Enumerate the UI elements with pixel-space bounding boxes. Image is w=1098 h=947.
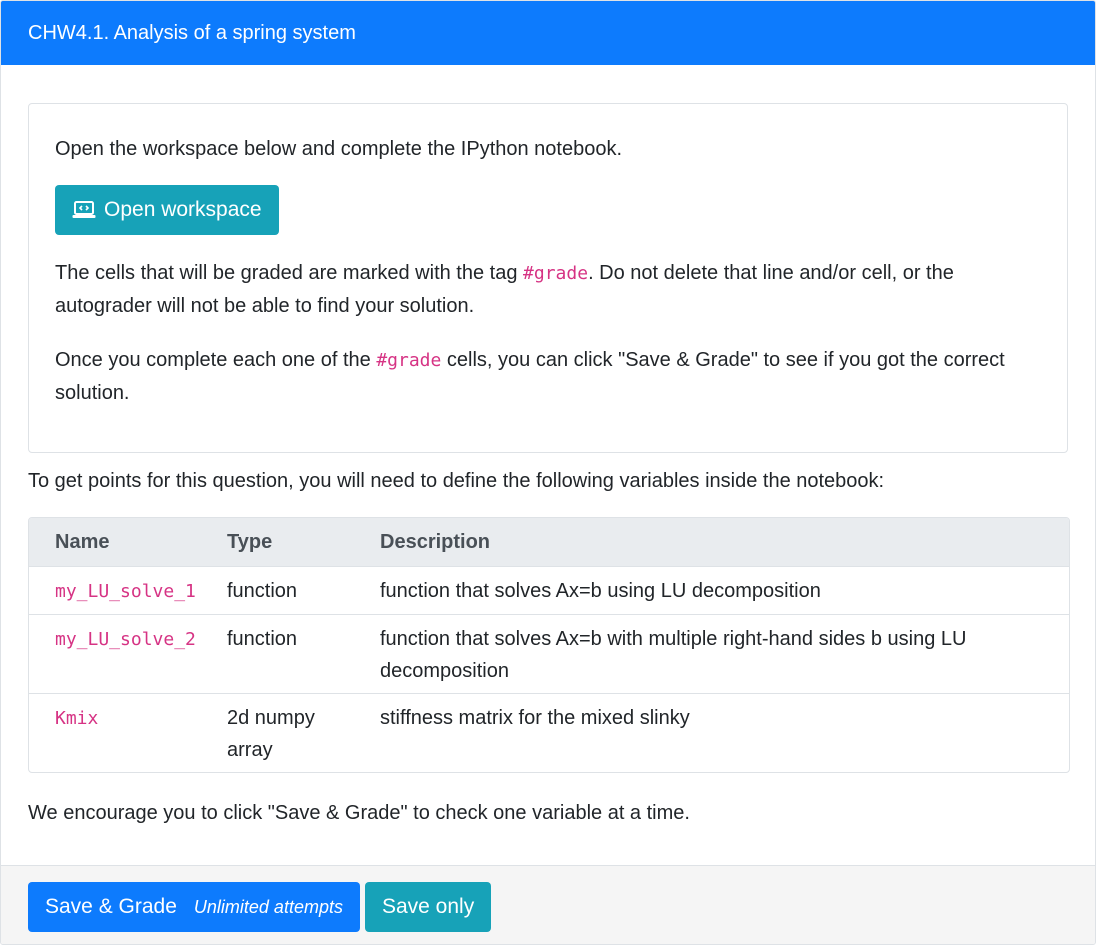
table-row: my_LU_solve_2 function function that sol…	[29, 615, 1069, 694]
question-body: Open the workspace below and complete th…	[1, 65, 1095, 829]
grade-tag-code: #grade	[523, 263, 589, 284]
variables-table: Name Type Description my_LU_solve_1 func…	[28, 517, 1070, 773]
table-header-row: Name Type Description	[29, 518, 1069, 567]
workspace-instructions: Open the workspace below and complete th…	[28, 103, 1068, 453]
variable-name-cell: my_LU_solve_2	[29, 615, 215, 694]
encourage-note: We encourage you to click "Save & Grade"…	[28, 802, 690, 824]
attempts-label: Unlimited attempts	[193, 896, 343, 917]
grade-tag-code-2: #grade	[376, 350, 442, 371]
open-instruction: Open the workspace below and complete th…	[55, 138, 623, 160]
open-workspace-button[interactable]: Open workspace	[55, 185, 279, 235]
variable-type-cell: 2d numpy array	[227, 707, 315, 761]
save-grade-button[interactable]: Save & Grade Unlimited attempts	[28, 882, 360, 932]
variable-description-cell: stiffness matrix for the mixed slinky	[380, 707, 690, 729]
question-card: CHW4.1. Analysis of a spring system Open…	[0, 0, 1096, 945]
table-row: Kmix 2d numpy array stiffness matrix for…	[29, 694, 1069, 772]
column-header-name: Name	[29, 518, 215, 567]
table-row: my_LU_solve_1 function function that sol…	[29, 567, 1069, 615]
variable-name-cell: my_LU_solve_1	[29, 567, 215, 615]
column-header-type: Type	[215, 518, 368, 567]
save-grade-note: Once you complete each one of the #grade…	[55, 349, 1005, 404]
open-workspace-label: Open workspace	[104, 198, 262, 221]
variable-description-cell: function that solves Ax=b with multiple …	[368, 615, 1069, 694]
save-only-button[interactable]: Save only	[364, 882, 492, 932]
laptop-code-icon	[72, 201, 96, 219]
variable-name-cell: Kmix	[55, 708, 99, 729]
variables-intro: To get points for this question, you wil…	[28, 470, 885, 492]
variable-type-cell: function	[215, 615, 368, 694]
column-header-description: Description	[368, 518, 1069, 567]
question-title: CHW4.1. Analysis of a spring system	[28, 21, 356, 44]
save-only-label: Save only	[381, 895, 475, 918]
variable-type-cell: function	[215, 567, 368, 615]
question-header: CHW4.1. Analysis of a spring system	[1, 1, 1095, 65]
variable-description-cell: function that solves Ax=b using LU decom…	[368, 567, 1069, 615]
grading-footer: Save & Grade Unlimited attempts Save onl…	[1, 865, 1095, 944]
grade-tag-note: The cells that will be graded are marked…	[55, 262, 954, 317]
save-grade-label: Save & Grade	[45, 895, 177, 918]
